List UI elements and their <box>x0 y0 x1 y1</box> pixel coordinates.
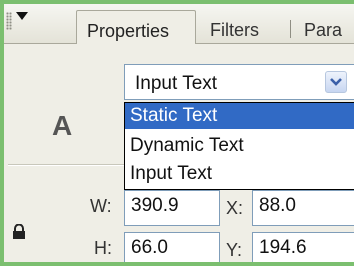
tab-filters[interactable]: Filters <box>200 10 269 44</box>
x-field[interactable]: 88.0 <box>252 190 354 226</box>
dropdown-option-dynamic-text[interactable]: Dynamic Text <box>125 133 354 159</box>
text-type-select[interactable]: Input Text <box>124 64 354 100</box>
x-label: X: <box>226 198 244 218</box>
width-label: W: <box>90 196 112 216</box>
collapse-arrow-icon[interactable] <box>14 8 30 24</box>
tab-parameters[interactable]: Para <box>294 10 352 44</box>
dropdown-option-static-text[interactable]: Static Text <box>125 103 354 129</box>
tab-separator <box>290 20 291 38</box>
y-field[interactable]: 194.6 <box>252 232 354 262</box>
grip-icon[interactable] <box>6 12 12 30</box>
tab-label: Filters <box>210 20 259 40</box>
dropdown-option-input-text[interactable]: Input Text <box>125 161 354 187</box>
tab-properties[interactable]: Properties <box>76 10 196 44</box>
tab-label: Properties <box>87 21 170 41</box>
tab-label: Para <box>304 20 343 40</box>
text-type-value: Input Text <box>135 73 218 94</box>
bottom-divider <box>4 262 354 263</box>
tab-bar: Properties Filters Para <box>4 4 354 44</box>
text-type-dropdown-list: Static Text Dynamic Text Input Text <box>124 102 354 190</box>
properties-panel: Properties Filters Para A Input Text W: … <box>0 0 354 266</box>
text-tool-icon: A <box>52 110 73 141</box>
width-field[interactable]: 390.9 <box>124 190 220 226</box>
dropdown-arrow-icon[interactable] <box>325 71 347 93</box>
height-label: H: <box>94 238 112 258</box>
y-label: Y: <box>226 240 243 260</box>
divider-highlight <box>8 165 124 166</box>
lock-icon[interactable] <box>12 223 26 240</box>
height-field[interactable]: 66.0 <box>124 232 220 262</box>
